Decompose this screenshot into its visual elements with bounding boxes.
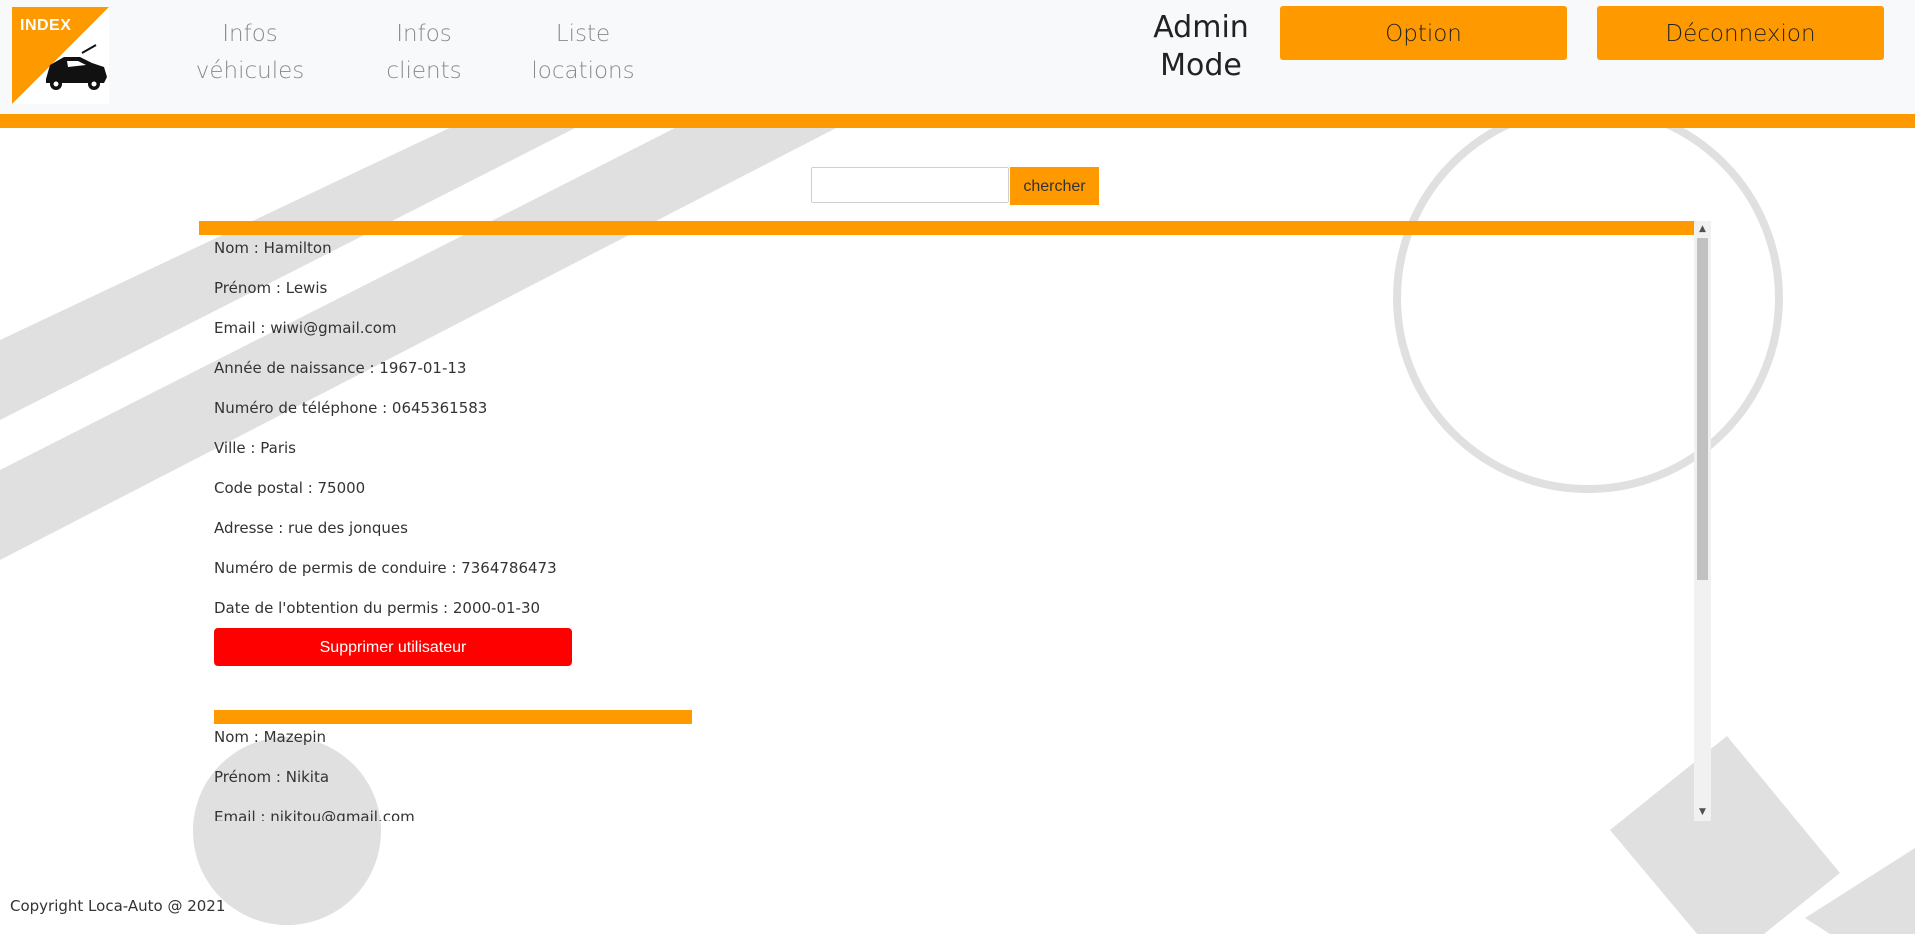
scroll-thumb[interactable]	[1697, 238, 1708, 580]
nav-link-label-line1: Infos	[222, 21, 278, 47]
client-license-date: Date de l'obtention du permis : 2000-01-…	[214, 599, 541, 617]
panel-scrollbar[interactable]: ▲ ▼	[1694, 221, 1711, 821]
panel-top-accent-bar	[199, 221, 1694, 235]
client-license-number: Numéro de permis de conduire : 736478647…	[214, 559, 557, 577]
client-record: Nom : Mazepin Prénom : Nikita Email : ni…	[214, 710, 692, 821]
nav-link-label-line2: clients	[386, 58, 462, 84]
client-address: Adresse : rue des jonques	[214, 519, 408, 537]
delete-user-button[interactable]: Supprimer utilisateur	[214, 628, 572, 666]
nav-link-rental-list[interactable]: Liste locations	[522, 16, 644, 90]
nav-link-label-line1: Infos	[396, 21, 452, 47]
option-button[interactable]: Option	[1280, 6, 1567, 60]
admin-mode-line1: Admin	[1153, 10, 1249, 45]
logout-button[interactable]: Déconnexion	[1597, 6, 1884, 60]
admin-mode-label: Admin Mode	[1140, 9, 1262, 85]
client-email: Email : wiwi@gmail.com	[214, 319, 397, 337]
client-record: Nom : Hamilton Prénom : Lewis Email : wi…	[214, 240, 572, 666]
nav-link-client-info[interactable]: Infos clients	[374, 16, 474, 90]
nav-link-label-line1: Liste	[555, 21, 611, 47]
client-postal-code: Code postal : 75000	[214, 479, 366, 497]
client-list-panel[interactable]: Nom : Hamilton Prénom : Lewis Email : wi…	[199, 221, 1711, 821]
index-logo[interactable]: INDEX	[12, 7, 109, 104]
nav-link-label-line2: locations	[531, 58, 635, 84]
header-accent-bar	[0, 114, 1915, 128]
logo-text: INDEX	[20, 17, 72, 34]
client-phone: Numéro de téléphone : 0645361583	[214, 399, 488, 417]
scroll-up-arrow-icon[interactable]: ▲	[1694, 221, 1711, 238]
nav-link-vehicle-info[interactable]: Infos véhicules	[185, 16, 315, 90]
top-navbar: INDEX Infos véhicules Infos clients List…	[0, 0, 1915, 114]
page: INDEX Infos véhicules Infos clients List…	[0, 0, 1915, 934]
nav-link-label-line2: véhicules	[195, 58, 305, 84]
client-lastname: Nom : Hamilton	[214, 239, 332, 257]
search-input[interactable]	[811, 167, 1009, 203]
client-firstname: Prénom : Lewis	[214, 279, 328, 297]
record-separator-bar	[214, 710, 692, 724]
client-lastname: Nom : Mazepin	[214, 728, 327, 746]
scroll-down-arrow-icon[interactable]: ▼	[1694, 804, 1711, 821]
client-birthdate: Année de naissance : 1967-01-13	[214, 359, 467, 377]
admin-mode-line2: Mode	[1160, 48, 1242, 83]
client-city: Ville : Paris	[214, 439, 296, 457]
client-firstname: Prénom : Nikita	[214, 768, 330, 786]
search-button[interactable]: chercher	[1010, 167, 1099, 205]
footer-copyright: Copyright Loca-Auto @ 2021	[10, 897, 226, 915]
client-email: Email : nikitou@gmail.com	[214, 808, 415, 821]
